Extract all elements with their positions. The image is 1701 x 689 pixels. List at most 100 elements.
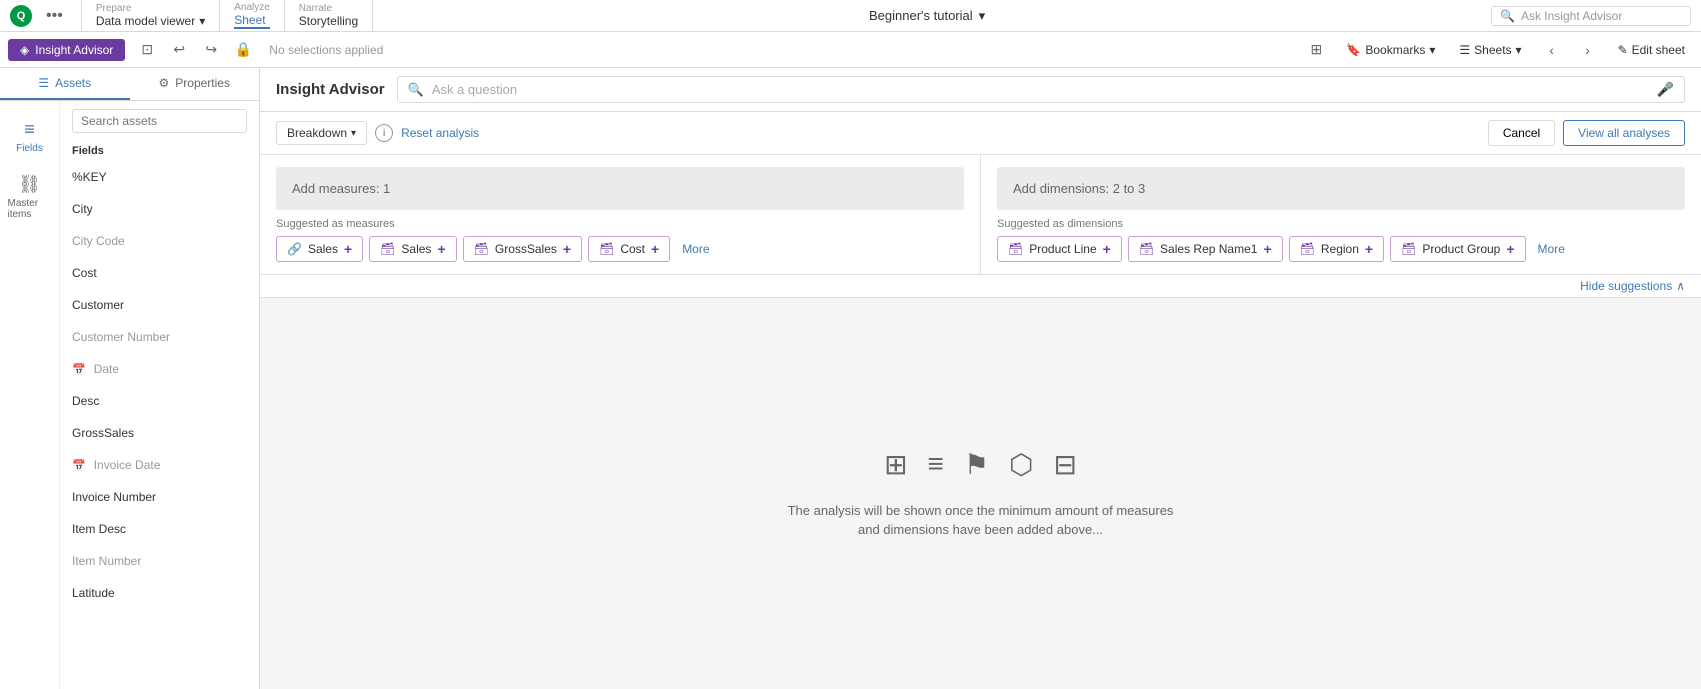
tab-assets[interactable]: ☰ Assets <box>0 68 130 100</box>
chip-add-btn[interactable]: + <box>1506 241 1514 257</box>
grid-view-icon[interactable]: ⊞ <box>1302 36 1330 64</box>
suggested-dimensions-label: Suggested as dimensions <box>997 218 1685 230</box>
nav-back-icon[interactable]: ‹ <box>1538 36 1566 64</box>
tab-properties-label: Properties <box>175 76 230 90</box>
measure-chip[interactable]: 🔗 Sales + <box>276 236 363 262</box>
measure-chip[interactable]: 🗃 GrossSales + <box>463 236 582 262</box>
cancel-btn[interactable]: Cancel <box>1488 120 1555 146</box>
redo-icon[interactable]: ↪ <box>197 36 225 64</box>
right-panel: Insight Advisor 🔍 🎤 Breakdown ▾ i Reset … <box>260 68 1701 689</box>
field-item[interactable]: City + <box>60 193 259 225</box>
nav-center-title: Beginner's tutorial ▾ <box>373 0 1481 31</box>
suggestions-row: Add measures: 1 Suggested as measures 🔗 … <box>260 155 1701 275</box>
nav-forward-icon[interactable]: › <box>1574 36 1602 64</box>
empty-text-line2: and dimensions have been added above... <box>788 520 1174 540</box>
sidebar-nav-master-items[interactable]: ⛓ Master items <box>2 166 58 228</box>
insight-advisor-icon: ◈ <box>20 43 29 57</box>
mic-icon[interactable]: 🎤 <box>1657 81 1674 98</box>
dimensions-more-btn[interactable]: More <box>1532 238 1571 260</box>
search-icon: 🔍 <box>408 82 424 98</box>
chip-add-btn[interactable]: + <box>563 241 571 257</box>
nav-right: 🔍 Ask Insight Advisor <box>1481 0 1701 31</box>
field-item[interactable]: 📅 Invoice Date + <box>60 449 259 481</box>
ia-search-bar[interactable]: 🔍 🎤 <box>397 76 1685 103</box>
chip-add-btn[interactable]: + <box>651 241 659 257</box>
ia-search-input[interactable] <box>432 82 1649 97</box>
search-assets-input[interactable] <box>72 109 247 133</box>
calendar-icon: 📅 <box>72 363 86 376</box>
nav-analyze[interactable]: Analyze Sheet <box>220 0 284 31</box>
nav-narrate-top: Narrate <box>299 3 358 14</box>
fields-panel: Fields %KEY + City + City Code + Cost <box>60 101 259 689</box>
dimension-chip[interactable]: 🗃 Product Line + <box>997 236 1122 262</box>
breakdown-label: Breakdown <box>287 126 347 140</box>
chip-icon: 🗃 <box>380 242 395 256</box>
field-item[interactable]: %KEY + <box>60 161 259 193</box>
ia-title: Insight Advisor <box>276 81 385 98</box>
undo-icon[interactable]: ↩ <box>165 36 193 64</box>
hide-suggestions-label: Hide suggestions <box>1580 279 1672 293</box>
dimension-chip[interactable]: 🗃 Product Group + <box>1390 236 1525 262</box>
breakdown-btn[interactable]: Breakdown ▾ <box>276 121 367 145</box>
smart-search-icon[interactable]: ⊡ <box>133 36 161 64</box>
hide-suggestions-btn[interactable]: Hide suggestions ∧ <box>1580 279 1685 293</box>
chip-label: Sales <box>308 242 338 256</box>
chip-add-btn[interactable]: + <box>1365 241 1373 257</box>
bookmarks-btn[interactable]: 🔖 Bookmarks ▾ <box>1338 39 1443 61</box>
field-item[interactable]: Cost + <box>60 257 259 289</box>
measure-chip[interactable]: 🗃 Cost + <box>588 236 670 262</box>
filter-icon: ≡ <box>928 448 944 480</box>
dimension-chip[interactable]: 🗃 Region + <box>1289 236 1384 262</box>
fields-search <box>60 101 259 141</box>
field-name: 📅 Date <box>72 362 119 376</box>
chip-icon: 🗃 <box>599 242 614 256</box>
toolbar-right: ⊞ 🔖 Bookmarks ▾ ☰ Sheets ▾ ‹ › ✎ Edit sh… <box>1302 36 1693 64</box>
field-item[interactable]: 📅 Date + <box>60 353 259 385</box>
field-name: Cost <box>72 266 97 280</box>
title-chevron[interactable]: ▾ <box>979 8 986 24</box>
measures-more-btn[interactable]: More <box>676 238 715 260</box>
panel-tabs: ☰ Assets ⚙ Properties <box>0 68 259 101</box>
chip-add-btn[interactable]: + <box>1103 241 1111 257</box>
edit-sheet-btn[interactable]: ✎ Edit sheet <box>1610 39 1693 61</box>
ask-insight-search[interactable]: 🔍 Ask Insight Advisor <box>1491 6 1691 26</box>
reset-analysis-link[interactable]: Reset analysis <box>401 126 479 140</box>
breakdown-chevron: ▾ <box>351 128 356 139</box>
chip-label: Sales <box>401 242 431 256</box>
lock-icon[interactable]: 🔒 <box>229 36 257 64</box>
sidebar-nav-fields[interactable]: ≡ Fields <box>2 111 58 162</box>
chip-add-btn[interactable]: + <box>1263 241 1271 257</box>
nav-analyze-main: Sheet <box>234 13 270 29</box>
info-icon[interactable]: i <box>375 124 393 142</box>
chip-label: GrossSales <box>495 242 557 256</box>
field-item[interactable]: Customer Number + <box>60 321 259 353</box>
nav-prepare-top: Prepare <box>96 3 205 14</box>
field-item[interactable]: Item Desc + <box>60 513 259 545</box>
nav-narrate[interactable]: Narrate Storytelling <box>285 0 372 31</box>
field-item[interactable]: Customer + <box>60 289 259 321</box>
more-options-btn[interactable]: ••• <box>38 7 71 25</box>
sheets-btn[interactable]: ☰ Sheets ▾ <box>1451 39 1529 61</box>
field-name: City <box>72 202 93 216</box>
ia-header: Insight Advisor 🔍 🎤 <box>260 68 1701 112</box>
field-item[interactable]: Item Number + <box>60 545 259 577</box>
hide-suggestions-bar: Hide suggestions ∧ <box>260 275 1701 298</box>
field-item[interactable]: Desc + <box>60 385 259 417</box>
nav-prepare-main: Data model viewer ▾ <box>96 14 205 28</box>
field-item[interactable]: Latitude + <box>60 577 259 609</box>
view-all-btn[interactable]: View all analyses <box>1563 120 1685 146</box>
dimension-chip[interactable]: 🗃 Sales Rep Name1 + <box>1128 236 1283 262</box>
tab-properties[interactable]: ⚙ Properties <box>130 68 260 100</box>
field-name: 📅 Invoice Date <box>72 458 160 472</box>
empty-state: ⊞ ≡ ⚑ ⬡ ⊟ The analysis will be shown onc… <box>260 298 1701 689</box>
nav-prepare[interactable]: Prepare Data model viewer ▾ <box>82 0 219 31</box>
field-item[interactable]: GrossSales + <box>60 417 259 449</box>
measures-chips-row: 🔗 Sales + 🗃 Sales + 🗃 GrossSales + 🗃 Cos… <box>276 236 964 262</box>
field-item[interactable]: Invoice Number + <box>60 481 259 513</box>
add-dimensions-label: Add dimensions: 2 to 3 <box>1013 181 1145 196</box>
insight-advisor-btn[interactable]: ◈ Insight Advisor <box>8 39 125 61</box>
chip-add-btn[interactable]: + <box>437 241 445 257</box>
chip-add-btn[interactable]: + <box>344 241 352 257</box>
measure-chip[interactable]: 🗃 Sales + <box>369 236 456 262</box>
field-item[interactable]: City Code + <box>60 225 259 257</box>
